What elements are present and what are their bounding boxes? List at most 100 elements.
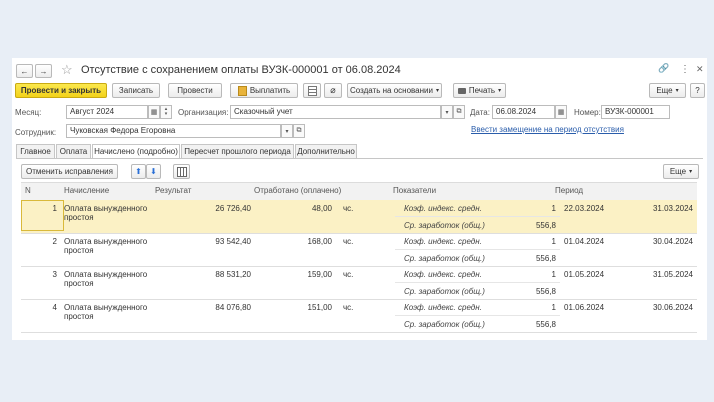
cell-indicator-2: Ср. заработок (общ.) — [404, 254, 485, 263]
forward-button[interactable]: → — [35, 64, 52, 78]
print-button[interactable]: Печать ▾ — [453, 83, 506, 98]
cell-indicator-2: Ср. заработок (общ.) — [404, 287, 485, 296]
month-stepper[interactable]: ▴ ▾ — [160, 105, 172, 119]
tab-accrued-detailed[interactable]: Начислено (подробно) — [92, 144, 180, 159]
cell-indicator-2-value: 556,8 — [535, 320, 556, 329]
cell-accrual-line2: простоя — [64, 213, 94, 222]
cell-result: 26 726,40 — [215, 204, 251, 213]
paperclip-icon: ⌀ — [330, 85, 336, 95]
cell-worked: 151,00 — [307, 303, 332, 312]
cell-result: 93 542,40 — [215, 237, 251, 246]
cell-result: 84 076,80 — [215, 303, 251, 312]
cell-worked: 159,00 — [307, 270, 332, 279]
list-button[interactable] — [303, 83, 321, 98]
cell-n: 2 — [52, 237, 57, 246]
table-row[interactable]: 1 Оплата вынужденного простоя 26 726,40 48,0… — [21, 200, 697, 234]
create-based-on-label: Создать на основании — [349, 86, 433, 95]
printer-icon — [457, 87, 466, 94]
grid-settings-button[interactable] — [173, 164, 190, 179]
cell-indicator-1-value: 1 — [551, 303, 556, 312]
post-and-close-button[interactable]: Провести и закрыть — [15, 83, 107, 98]
number-label: Номер: — [574, 108, 601, 117]
arrow-down-icon: ⬇ — [150, 167, 157, 176]
cancel-corrections-button[interactable]: Отменить исправления — [21, 164, 118, 179]
employee-field[interactable]: Чуковская Федора Егоровна — [66, 124, 281, 138]
cell-period-from: 01.06.2024 — [564, 303, 605, 312]
cell-result: 88 531,20 — [215, 270, 251, 279]
number-field[interactable]: ВУЗК-000001 — [601, 105, 670, 119]
cell-unit: чс. — [343, 237, 354, 246]
cell-worked: 168,00 — [307, 237, 332, 246]
cell-worked: 48,00 — [311, 204, 332, 213]
more-label: Еще — [656, 86, 673, 95]
cell-accrual-line2: простоя — [64, 312, 94, 321]
col-indicators-header[interactable]: Показатели — [393, 186, 436, 195]
more-button[interactable]: Еще ▾ — [649, 83, 686, 98]
cell-period-from: 01.05.2024 — [564, 270, 605, 279]
table-row[interactable]: 4 Оплата вынужденного простоя 84 076,80 151,… — [21, 299, 697, 333]
save-button[interactable]: Записать — [112, 83, 160, 98]
move-down-button[interactable]: ⬇ — [146, 164, 161, 179]
calendar-icon[interactable]: ▦ — [148, 105, 160, 119]
link-icon[interactable]: 🔗 — [658, 63, 669, 74]
chevron-down-icon: ▾ — [435, 88, 439, 94]
post-button[interactable]: Провести — [168, 83, 222, 98]
cell-period-to: 30.04.2024 — [652, 237, 693, 246]
col-period-header[interactable]: Период — [555, 186, 583, 195]
cell-accrual-line2: простоя — [64, 279, 94, 288]
col-n-header[interactable]: N — [25, 186, 31, 195]
document-window: ← → ☆ Отсутствие с сохранением оплаты ВУ… — [12, 58, 707, 340]
menu-icon[interactable]: ⋮ — [680, 64, 690, 75]
close-icon[interactable]: ✕ — [696, 64, 704, 75]
cell-indicator-1: Коэф. индекс. средн. — [404, 270, 482, 279]
cell-indicator-1: Коэф. индекс. средн. — [404, 237, 482, 246]
cell-accrual: Оплата вынужденного — [64, 270, 148, 279]
cell-period-from: 01.04.2024 — [564, 237, 605, 246]
back-button[interactable]: ← — [16, 64, 33, 78]
list-icon — [307, 85, 317, 96]
favorite-star-icon[interactable]: ☆ — [61, 62, 73, 78]
pay-button[interactable]: Выплатить — [230, 83, 298, 98]
create-based-on-button[interactable]: Создать на основании ▾ — [347, 83, 442, 98]
chevron-down-icon: ▾ — [498, 88, 502, 94]
tab-additional[interactable]: Дополнительно — [295, 144, 357, 158]
cell-period-from: 22.03.2024 — [564, 204, 605, 213]
arrow-up-icon: ⬆ — [135, 167, 142, 176]
cell-indicator-2-value: 556,8 — [535, 287, 556, 296]
month-label: Месяц: — [15, 108, 42, 117]
calendar-icon[interactable]: ▦ — [555, 105, 567, 119]
col-worked-header[interactable]: Отработано (оплачено) — [254, 186, 341, 195]
cell-n: 3 — [52, 270, 57, 279]
substitution-link[interactable]: Ввести замещение на период отсутствия — [471, 125, 624, 134]
cell-unit: чс. — [343, 303, 354, 312]
date-field[interactable]: 06.08.2024 — [492, 105, 555, 119]
col-accrual-header[interactable]: Начисление — [64, 186, 109, 195]
indicator-divider — [395, 216, 560, 217]
cell-indicator-1-value: 1 — [551, 204, 556, 213]
table-more-button[interactable]: Еще ▾ — [663, 164, 699, 179]
employee-label: Сотрудник: — [15, 128, 57, 137]
open-link-icon[interactable]: ⧉ — [293, 124, 305, 138]
tab-payment[interactable]: Оплата — [56, 144, 91, 158]
move-up-button[interactable]: ⬆ — [131, 164, 146, 179]
organization-field[interactable]: Сказочный учет — [230, 105, 441, 119]
open-link-icon[interactable]: ⧉ — [453, 105, 465, 119]
chevron-down-icon: ▾ — [675, 88, 679, 94]
help-button[interactable]: ? — [690, 83, 705, 98]
cell-indicator-2: Ср. заработок (общ.) — [404, 320, 485, 329]
cell-accrual: Оплата вынужденного — [64, 237, 148, 246]
month-field[interactable]: Август 2024 — [66, 105, 148, 119]
table-row[interactable]: 2 Оплата вынужденного простоя 93 542,40 168,… — [21, 233, 697, 267]
indicator-divider — [395, 282, 560, 283]
cell-indicator-2: Ср. заработок (общ.) — [404, 221, 485, 230]
arrow-right-icon: → — [39, 66, 48, 76]
chevron-down-icon[interactable]: ▾ — [281, 124, 293, 138]
chevron-down-icon: ▾ — [689, 169, 693, 175]
table-row[interactable]: 3 Оплата вынужденного простоя 88 531,20 159,… — [21, 266, 697, 300]
tab-main[interactable]: Главное — [16, 144, 55, 158]
pay-icon — [237, 85, 247, 96]
col-result-header[interactable]: Результат — [155, 186, 191, 195]
attach-button[interactable]: ⌀ — [324, 83, 342, 98]
tab-recalculation[interactable]: Пересчет прошлого периода — [181, 144, 294, 158]
chevron-down-icon[interactable]: ▾ — [441, 105, 453, 119]
